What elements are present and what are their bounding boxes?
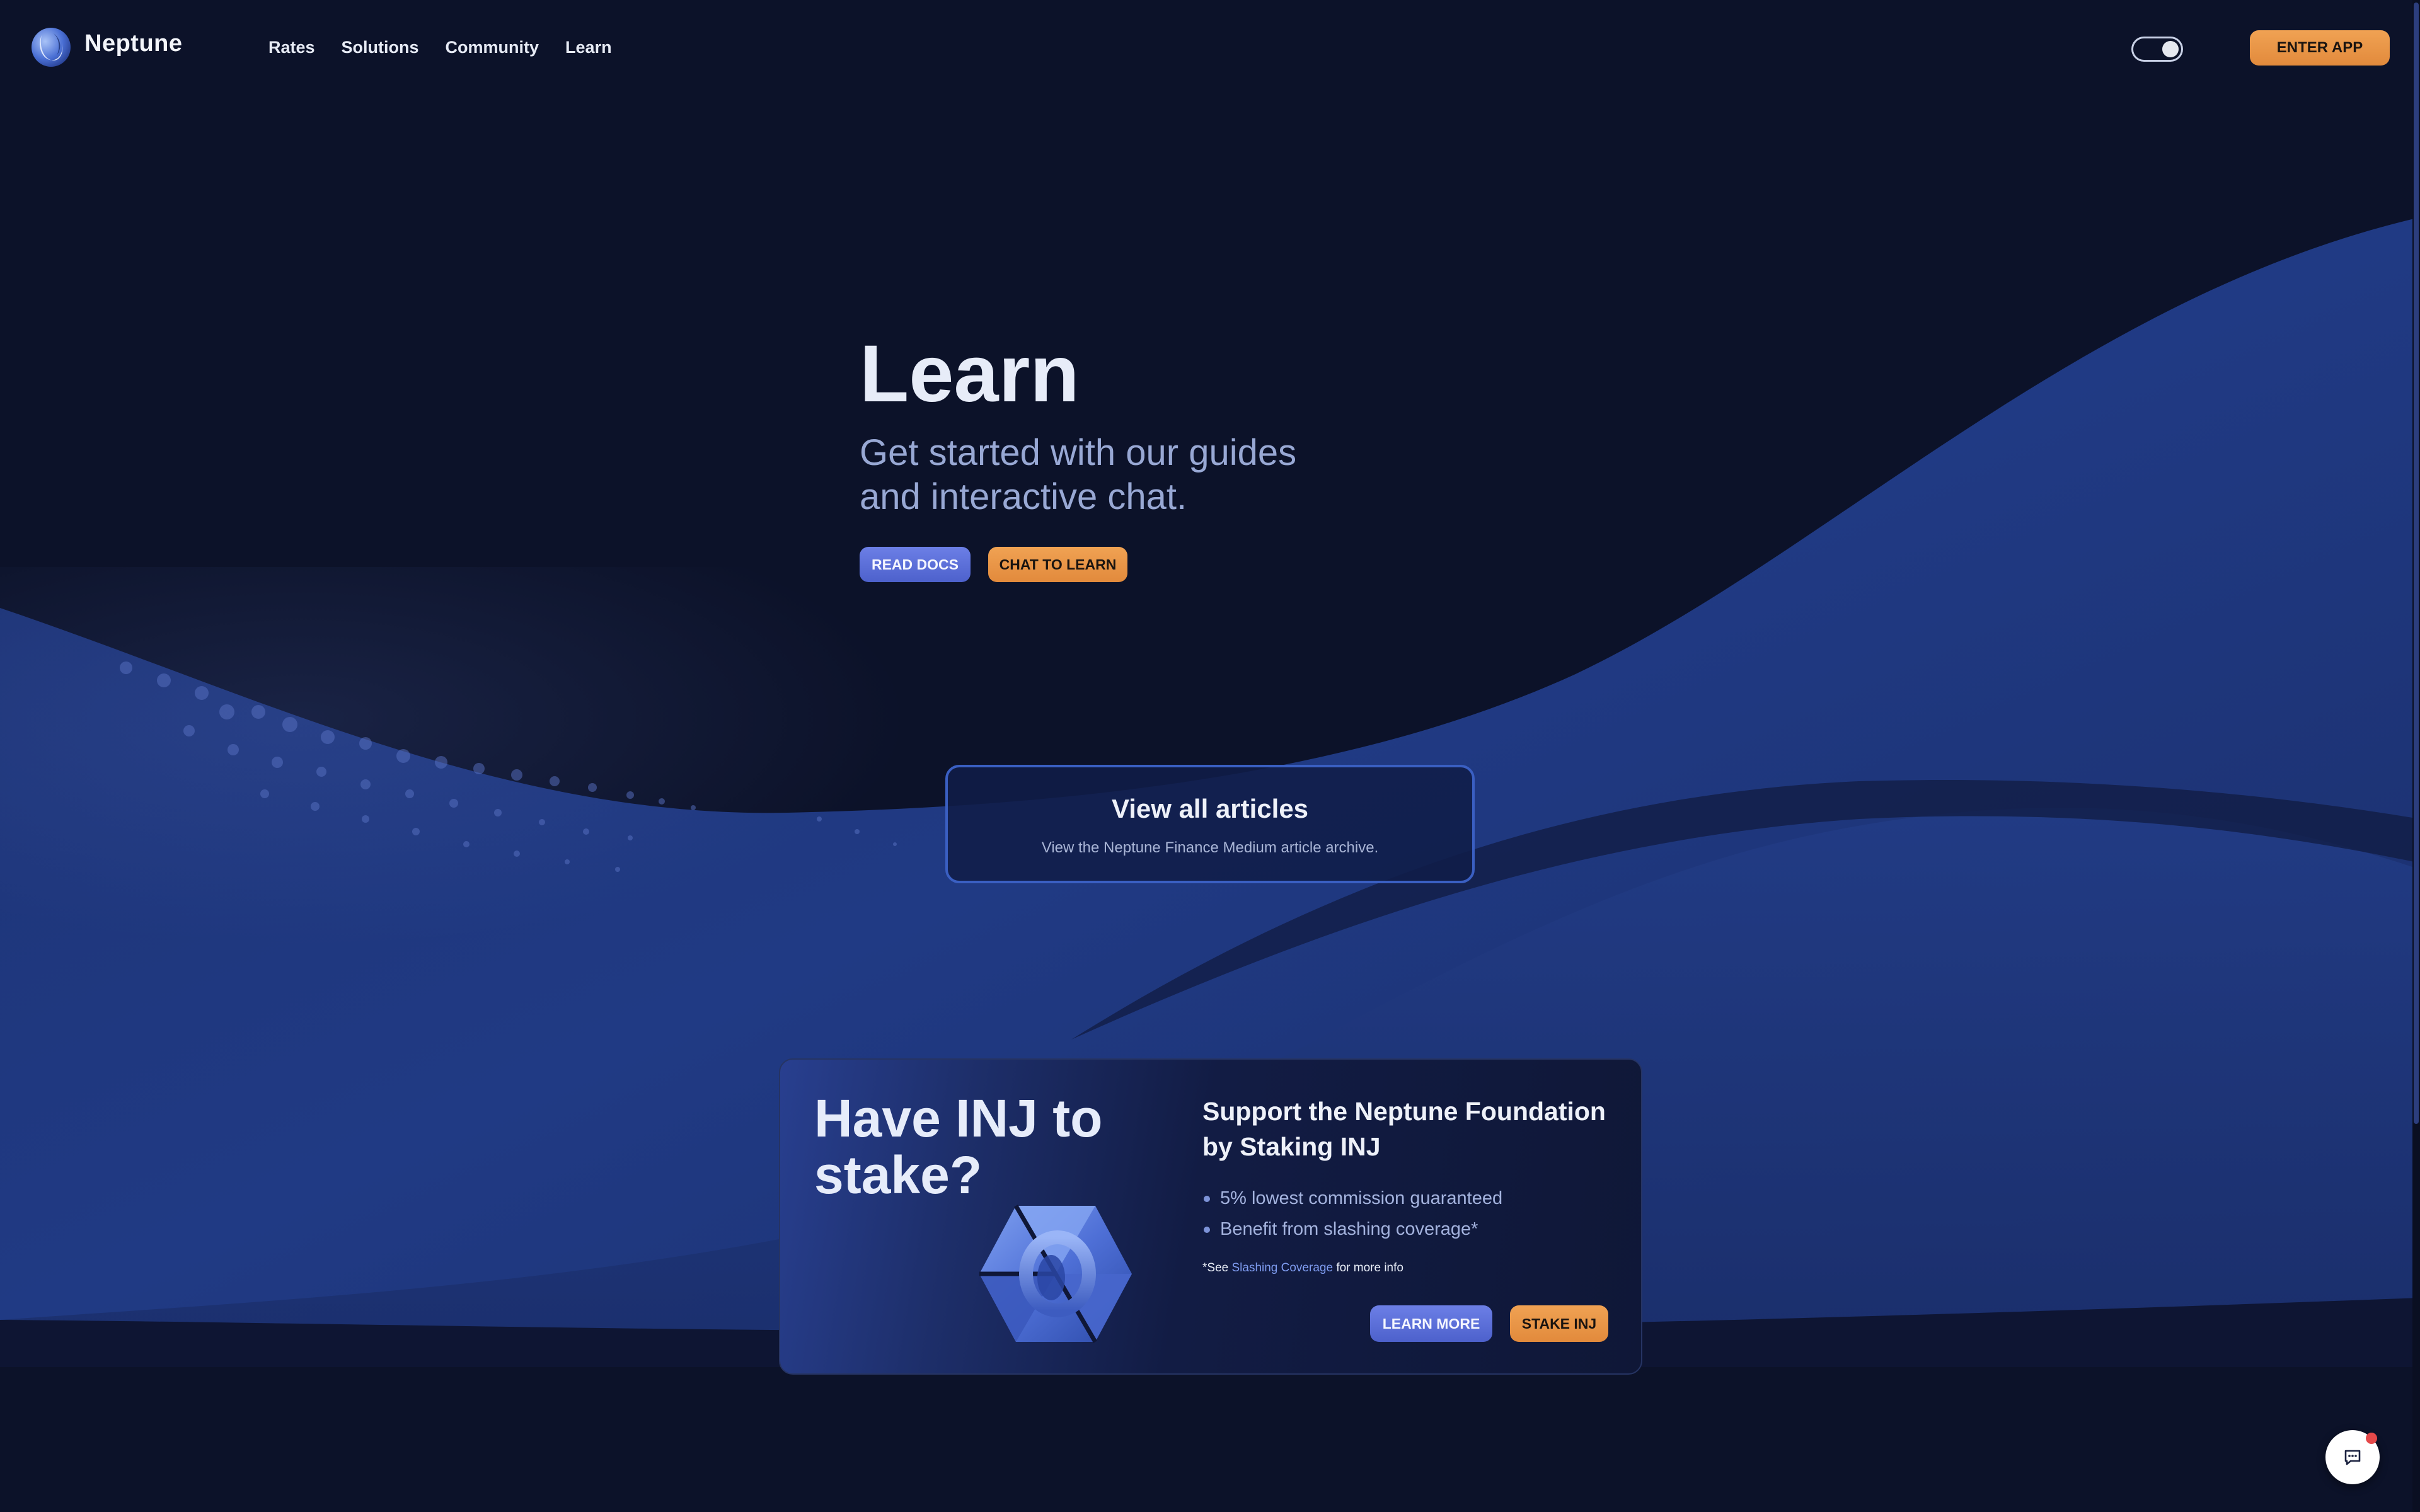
benefit-item: 5% lowest commission guaranteed	[1202, 1183, 1502, 1214]
slashing-footnote: *See Slashing Coverage for more info	[1202, 1261, 1403, 1275]
footnote-suffix: for more info	[1336, 1261, 1403, 1274]
main-nav: Rates Solutions Community Learn	[268, 38, 612, 57]
stake-heading: Have INJ to stake?	[814, 1089, 1103, 1205]
nav-solutions[interactable]: Solutions	[342, 38, 419, 57]
neptune-logo-icon[interactable]	[30, 26, 72, 68]
footnote-prefix: *See	[1202, 1261, 1229, 1274]
page-title: Learn	[860, 329, 1080, 419]
read-docs-button[interactable]: READ DOCS	[860, 547, 971, 582]
slashing-coverage-link[interactable]: Slashing Coverage	[1231, 1261, 1333, 1274]
learn-more-button[interactable]: LEARN MORE	[1370, 1305, 1492, 1342]
articles-card-description: View the Neptune Finance Medium article …	[1041, 839, 1379, 856]
injective-logo-icon	[979, 1205, 1132, 1343]
theme-toggle[interactable]	[2131, 37, 2183, 62]
stake-inj-panel: Have INJ to stake? Support the Neptune F…	[779, 1058, 1642, 1375]
articles-card-title: View all articles	[1111, 794, 1309, 823]
scrollbar-thumb[interactable]	[2414, 3, 2419, 1124]
stake-inj-button[interactable]: STAKE INJ	[1510, 1305, 1608, 1342]
nav-community[interactable]: Community	[446, 38, 539, 57]
chat-launcher-button[interactable]	[2325, 1430, 2380, 1484]
page-scrollbar[interactable]	[2412, 0, 2420, 1512]
page-subtitle: Get started with our guides and interact…	[860, 432, 1297, 517]
chat-icon	[2344, 1450, 2361, 1465]
notification-dot	[2366, 1433, 2377, 1444]
toggle-knob	[2162, 41, 2179, 57]
benefits-list: 5% lowest commission guaranteed Benefit …	[1202, 1183, 1502, 1245]
top-navigation-bar: Neptune Rates Solutions Community Learn …	[0, 0, 2420, 94]
brand-name[interactable]: Neptune	[84, 30, 183, 57]
benefit-item: Benefit from slashing coverage*	[1202, 1214, 1502, 1245]
view-all-articles-card[interactable]: View all articles View the Neptune Finan…	[945, 765, 1475, 883]
nav-learn[interactable]: Learn	[565, 38, 612, 57]
enter-app-button[interactable]: ENTER APP	[2250, 30, 2390, 66]
chat-to-learn-button[interactable]: CHAT TO LEARN	[988, 547, 1127, 582]
support-heading: Support the Neptune Foundation by Stakin…	[1202, 1097, 1606, 1161]
nav-rates[interactable]: Rates	[268, 38, 315, 57]
